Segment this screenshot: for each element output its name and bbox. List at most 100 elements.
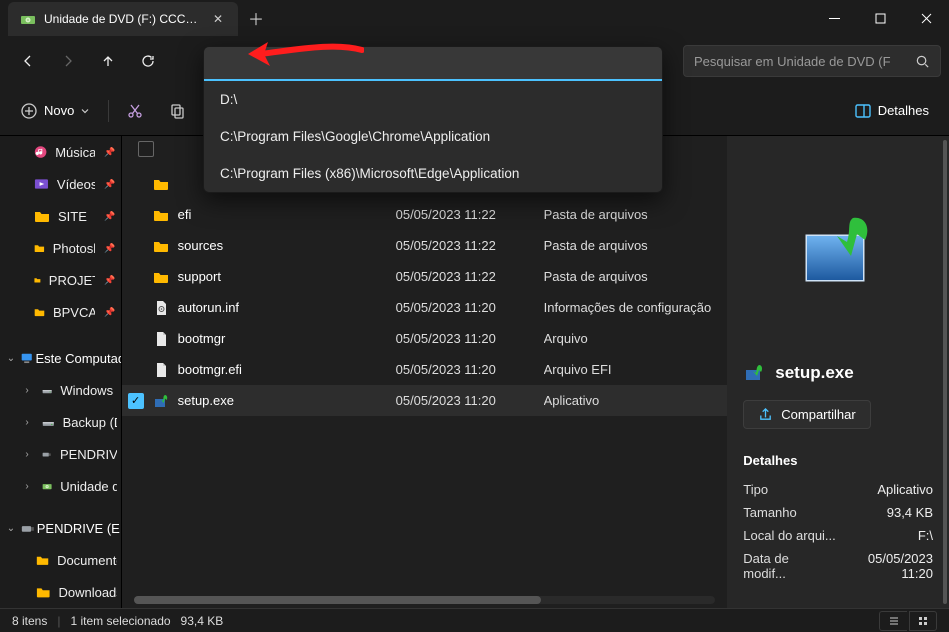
file-list[interactable]: efi05/05/2023 11:22Pasta de arquivossour… — [122, 136, 728, 608]
view-grid-button[interactable] — [909, 611, 937, 631]
sidebar-pinned-item[interactable]: BPVCAST 📌 — [0, 296, 121, 328]
details-property-row: Data de modif...05/05/2023 11:20 — [743, 547, 933, 585]
sidebar-pinned-item[interactable]: PROJETOS PARA 📌 — [0, 264, 121, 296]
sidebar-item-label: BPVCAST — [53, 305, 95, 320]
sidebar-folder-item[interactable]: Downloads — [0, 576, 121, 608]
share-button[interactable]: Compartilhar — [743, 400, 870, 429]
file-row[interactable]: ✓setup.exe05/05/2023 11:20Aplicativo — [122, 385, 728, 416]
up-button[interactable] — [88, 41, 128, 81]
file-row[interactable]: support05/05/2023 11:22Pasta de arquivos — [122, 261, 728, 292]
view-list-button[interactable] — [879, 611, 907, 631]
file-preview — [743, 152, 933, 352]
maximize-button[interactable] — [857, 0, 903, 36]
scrollbar-thumb[interactable] — [134, 596, 541, 604]
sidebar-pinned-item[interactable]: Vídeos 📌 — [0, 168, 121, 200]
drive-icon — [42, 382, 52, 398]
details-section-title: Detalhes — [743, 453, 933, 468]
search-input[interactable]: Pesquisar em Unidade de DVD (F — [683, 45, 941, 77]
sidebar-this-pc[interactable]: ⌄ Este Computador — [0, 342, 121, 374]
file-row[interactable]: efi05/05/2023 11:22Pasta de arquivos — [122, 199, 728, 230]
chevron-right-icon[interactable]: › — [20, 481, 34, 492]
new-tab-button[interactable]: ＋ — [238, 0, 274, 36]
file-name: bootmgr — [178, 331, 388, 346]
chevron-down-icon[interactable]: ⌄ — [4, 353, 18, 364]
forward-button[interactable] — [48, 41, 88, 81]
details-property-value: 05/05/2023 11:20 — [834, 551, 933, 581]
address-suggestion[interactable]: C:\Program Files (x86)\Microsoft\Edge\Ap… — [204, 155, 662, 192]
window-tab[interactable]: Unidade de DVD (F:) CCCOMA ✕ — [8, 2, 238, 36]
usb-drive-icon — [42, 446, 52, 462]
new-button[interactable]: Novo — [10, 96, 100, 126]
chevron-right-icon[interactable]: › — [20, 417, 34, 428]
sidebar-drive-item[interactable]: ›Backup (D:) — [0, 406, 121, 438]
back-button[interactable] — [8, 41, 48, 81]
file-date: 05/05/2023 11:22 — [396, 269, 536, 284]
file-row[interactable]: bootmgr05/05/2023 11:20Arquivo — [122, 323, 728, 354]
status-selection: 1 item selecionado — [70, 614, 170, 628]
row-checkbox[interactable]: ✓ — [128, 393, 144, 409]
chevron-right-icon[interactable]: › — [20, 449, 34, 460]
file-name: efi — [178, 207, 388, 222]
folder-icon — [36, 584, 50, 600]
file-date: 05/05/2023 11:20 — [396, 300, 536, 315]
copy-button[interactable] — [159, 93, 195, 129]
details-pane-icon — [854, 102, 872, 120]
chevron-down-icon[interactable]: ⌄ — [4, 523, 18, 534]
file-row[interactable]: autorun.inf05/05/2023 11:20Informações d… — [122, 292, 728, 323]
tab-close-button[interactable]: ✕ — [210, 11, 226, 27]
pin-icon[interactable]: 📌 — [103, 243, 117, 254]
select-all-checkbox[interactable] — [138, 141, 154, 157]
sidebar-drive-item[interactable]: ›Windows 11 (C — [0, 374, 121, 406]
file-row[interactable]: bootmgr.efi05/05/2023 11:20Arquivo EFI — [122, 354, 728, 385]
file-type: Pasta de arquivos — [544, 238, 712, 253]
folder-icon — [34, 208, 50, 224]
sidebar-drive-item[interactable]: ›Unidade de DV — [0, 470, 121, 502]
video-icon — [34, 176, 49, 192]
details-property-value: F:\ — [918, 528, 933, 543]
sidebar-pinned-item[interactable]: SITE📌 — [0, 200, 121, 232]
folder-icon — [153, 176, 169, 192]
pin-icon[interactable]: 📌 — [103, 147, 117, 158]
sidebar-pinned-item[interactable]: Músicas 📌 — [0, 136, 121, 168]
installer-icon — [743, 362, 765, 384]
address-bar-input[interactable] — [204, 47, 662, 81]
address-suggestion[interactable]: D:\ — [204, 81, 662, 118]
vertical-scrollbar[interactable] — [943, 140, 947, 604]
sidebar-folder-item[interactable]: Documentos — [0, 544, 121, 576]
sidebar-item-label: Músicas — [55, 145, 94, 160]
close-button[interactable] — [903, 0, 949, 36]
file-name: sources — [178, 238, 388, 253]
installer-icon — [153, 393, 169, 409]
sidebar-pendrive[interactable]: ⌄ PENDRIVE (E:) — [0, 512, 121, 544]
details-property-key: Tamanho — [743, 505, 796, 520]
pin-icon[interactable]: 📌 — [103, 307, 117, 318]
pin-icon[interactable]: 📌 — [103, 179, 117, 190]
details-property-row: TipoAplicativo — [743, 478, 933, 501]
file-type: Pasta de arquivos — [544, 269, 712, 284]
details-property-value: 93,4 KB — [887, 505, 933, 520]
cut-button[interactable] — [117, 93, 153, 129]
sidebar-item-label: PROJETOS PARA — [49, 273, 95, 288]
file-icon — [153, 362, 169, 378]
folder-icon — [36, 552, 49, 568]
navigation-pane[interactable]: Músicas📌Vídeos📌SITE📌Photoshop📌PROJETOS P… — [0, 136, 122, 608]
file-row[interactable]: sources05/05/2023 11:22Pasta de arquivos — [122, 230, 728, 261]
plus-circle-icon — [20, 102, 38, 120]
dvd-drive-icon — [20, 11, 36, 27]
refresh-button[interactable] — [128, 41, 168, 81]
address-suggestion[interactable]: C:\Program Files\Google\Chrome\Applicati… — [204, 118, 662, 155]
sidebar-drive-item[interactable]: ›PENDRIVE (E:) — [0, 438, 121, 470]
pin-icon[interactable]: 📌 — [103, 211, 117, 222]
chevron-right-icon[interactable]: › — [20, 385, 34, 396]
title-bar: Unidade de DVD (F:) CCCOMA ✕ ＋ — [0, 0, 949, 36]
horizontal-scrollbar[interactable] — [134, 596, 716, 604]
monitor-icon — [20, 350, 33, 366]
sidebar-item-label: Vídeos — [57, 177, 95, 192]
pin-icon[interactable]: 📌 — [103, 275, 117, 286]
search-icon — [915, 54, 930, 69]
usb-drive-icon — [20, 520, 35, 536]
file-icon — [153, 331, 169, 347]
details-toggle[interactable]: Detalhes — [844, 96, 939, 126]
minimize-button[interactable] — [811, 0, 857, 36]
sidebar-pinned-item[interactable]: Photoshop📌 — [0, 232, 121, 264]
